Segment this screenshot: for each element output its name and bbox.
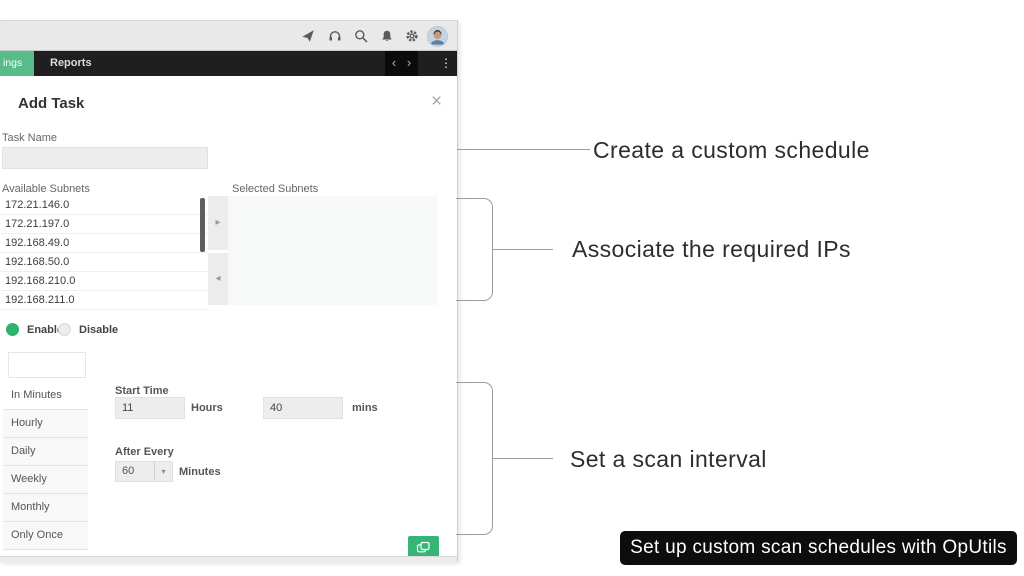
subnet-row[interactable]: 192.168.50.0 bbox=[0, 253, 208, 272]
topbar bbox=[0, 20, 457, 51]
subnet-row[interactable]: 192.168.49.0 bbox=[0, 234, 208, 253]
chevron-right-icon[interactable]: › bbox=[401, 51, 417, 76]
caption-badge: Set up custom scan schedules with OpUtil… bbox=[620, 531, 1017, 565]
navbar: ings Reports ‹ › ⋮ bbox=[0, 51, 457, 76]
send-icon[interactable] bbox=[301, 29, 315, 43]
annotation-scan-interval: Set a scan interval bbox=[570, 446, 767, 472]
subnet-row[interactable]: 172.21.197.0 bbox=[0, 215, 208, 234]
callout-line-schedule bbox=[457, 149, 590, 150]
after-every-label: After Every bbox=[115, 446, 174, 458]
tab-scroll-controls: ‹ › bbox=[385, 51, 418, 76]
after-every-dropdown[interactable]: 60 ▾ bbox=[115, 461, 173, 482]
close-icon[interactable]: × bbox=[431, 91, 442, 113]
chevron-down-icon: ▾ bbox=[154, 462, 172, 481]
subnet-row[interactable]: 192.168.210.0 bbox=[0, 272, 208, 291]
schedule-option-monthly[interactable]: Monthly bbox=[3, 494, 88, 522]
enable-radio[interactable] bbox=[6, 323, 19, 336]
available-subnets-label: Available Subnets bbox=[2, 183, 90, 195]
schedule-option-weekly[interactable]: Weekly bbox=[3, 466, 88, 494]
subnet-row[interactable]: 192.168.211.0 bbox=[0, 291, 208, 310]
mins-input[interactable] bbox=[263, 397, 343, 419]
start-time-label: Start Time bbox=[115, 385, 169, 397]
schedule-option-hourly[interactable]: Hourly bbox=[3, 410, 88, 438]
headset-icon[interactable] bbox=[328, 29, 342, 43]
mins-unit-label: mins bbox=[352, 402, 378, 414]
hours-input[interactable] bbox=[115, 397, 185, 419]
task-name-label: Task Name bbox=[2, 132, 58, 144]
more-menu-icon[interactable]: ⋮ bbox=[438, 51, 454, 76]
schedule-option-in-minutes[interactable]: In Minutes bbox=[3, 382, 88, 410]
schedule-type-list: In Minutes Hourly Daily Weekly Monthly O… bbox=[3, 382, 88, 550]
dialog-title: Add Task bbox=[18, 95, 85, 112]
disable-label: Disable bbox=[79, 324, 119, 336]
callout-line-subnets bbox=[493, 249, 553, 250]
chevron-left-icon[interactable]: ‹ bbox=[386, 51, 402, 76]
selected-subnets-panel[interactable] bbox=[228, 196, 437, 305]
move-left-icon[interactable]: ◂ bbox=[208, 253, 228, 305]
gear-icon[interactable] bbox=[405, 29, 419, 43]
callout-bracket-subnets bbox=[456, 198, 493, 301]
annotation-create-schedule: Create a custom schedule bbox=[593, 137, 870, 163]
after-every-unit-label: Minutes bbox=[179, 466, 221, 478]
schedule-option-only-once[interactable]: Only Once bbox=[3, 522, 88, 550]
after-every-value: 60 bbox=[122, 465, 135, 477]
subnet-list-scrollbar[interactable] bbox=[200, 198, 205, 252]
selected-subnets-label: Selected Subnets bbox=[232, 183, 319, 195]
callout-line-interval bbox=[493, 458, 553, 459]
scan-save-icon bbox=[416, 541, 430, 553]
subnet-row[interactable]: 172.21.146.0 bbox=[0, 196, 208, 215]
schedule-option-daily[interactable]: Daily bbox=[3, 438, 88, 466]
callout-bracket-interval bbox=[456, 382, 493, 535]
window-footer bbox=[0, 556, 457, 562]
task-name-input[interactable] bbox=[2, 147, 208, 169]
oputils-window: ings Reports ‹ › ⋮ Add Task × Task Name … bbox=[0, 20, 458, 562]
schedule-tab-spacer bbox=[8, 352, 86, 378]
bell-icon[interactable] bbox=[380, 29, 394, 43]
disable-radio[interactable] bbox=[58, 323, 71, 336]
tab-reports[interactable]: Reports bbox=[50, 51, 92, 76]
search-icon[interactable] bbox=[354, 29, 368, 43]
user-avatar[interactable] bbox=[427, 26, 448, 47]
move-right-icon[interactable]: ▸ bbox=[208, 196, 228, 250]
available-subnets-list: 172.21.146.0 172.21.197.0 192.168.49.0 1… bbox=[0, 196, 208, 310]
annotation-associate-ips: Associate the required IPs bbox=[572, 236, 851, 262]
tab-settings-partial[interactable]: ings bbox=[0, 51, 34, 76]
hours-unit-label: Hours bbox=[191, 402, 223, 414]
screenshot-root: ings Reports ‹ › ⋮ Add Task × Task Name … bbox=[0, 0, 1024, 576]
